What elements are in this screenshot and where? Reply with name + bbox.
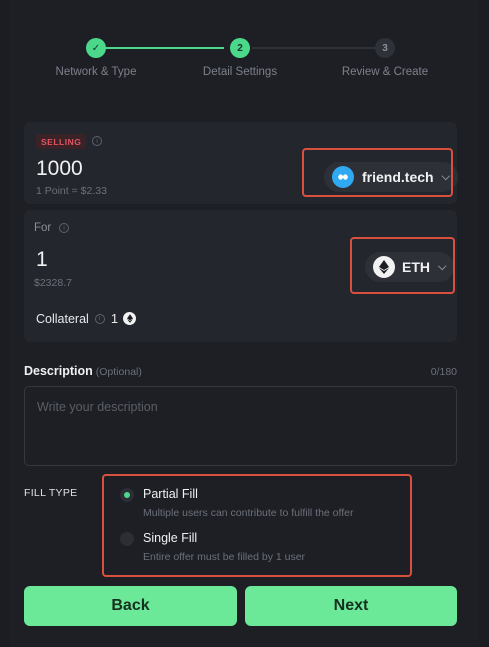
back-button[interactable]: Back (24, 586, 237, 626)
info-icon[interactable]: i (92, 136, 102, 146)
for-usd-value: $2328.7 (34, 277, 72, 289)
token-highlight-box (350, 237, 455, 294)
step-network-type[interactable]: ✓ Network & Type (16, 38, 176, 78)
for-amount-input[interactable]: 1 (36, 248, 48, 272)
collateral-value: 1 (110, 311, 119, 326)
check-icon: ✓ (86, 38, 106, 58)
step-label: Review & Create (341, 66, 429, 78)
step-review-create[interactable]: 3 Review & Create (305, 38, 465, 78)
progress-stepper: ✓ Network & Type 2 Detail Settings 3 Rev… (0, 38, 489, 88)
step-label: Network & Type (55, 66, 137, 78)
fill-option-desc: Entire offer must be filled by 1 user (143, 551, 306, 563)
radio-button[interactable] (120, 532, 134, 546)
collateral-label: Collateral (36, 311, 89, 326)
fill-option-title: Single Fill (143, 531, 198, 545)
collateral-row: Collateral i 1 (36, 311, 137, 326)
description-textarea[interactable]: Write your description (24, 386, 457, 466)
description-label: Description (Optional) (24, 364, 142, 378)
description-counter: 0/180 (430, 366, 457, 378)
optional-tag: (Optional) (95, 366, 142, 378)
token-highlight-box (302, 148, 453, 197)
step-number: 3 (375, 38, 395, 58)
step-detail-settings[interactable]: 2 Detail Settings (160, 38, 320, 78)
fill-option-desc: Multiple users can contribute to fulfill… (143, 507, 354, 519)
selling-badge: SELLING (36, 134, 87, 149)
selling-amount-input[interactable]: 1000 (36, 157, 83, 181)
fill-option-title: Partial Fill (143, 487, 198, 501)
selling-rate: 1 Point = $2.33 (36, 185, 107, 197)
radio-button-selected[interactable] (120, 488, 134, 502)
description-title: Description (24, 364, 93, 378)
step-number: 2 (230, 38, 250, 58)
eth-icon (123, 312, 137, 325)
next-button[interactable]: Next (245, 586, 457, 626)
step-label: Detail Settings (202, 66, 278, 78)
fill-type-label: FILL TYPE (24, 487, 78, 499)
info-icon[interactable]: i (94, 313, 105, 324)
for-label: For (34, 222, 52, 234)
info-icon[interactable]: i (59, 223, 69, 233)
